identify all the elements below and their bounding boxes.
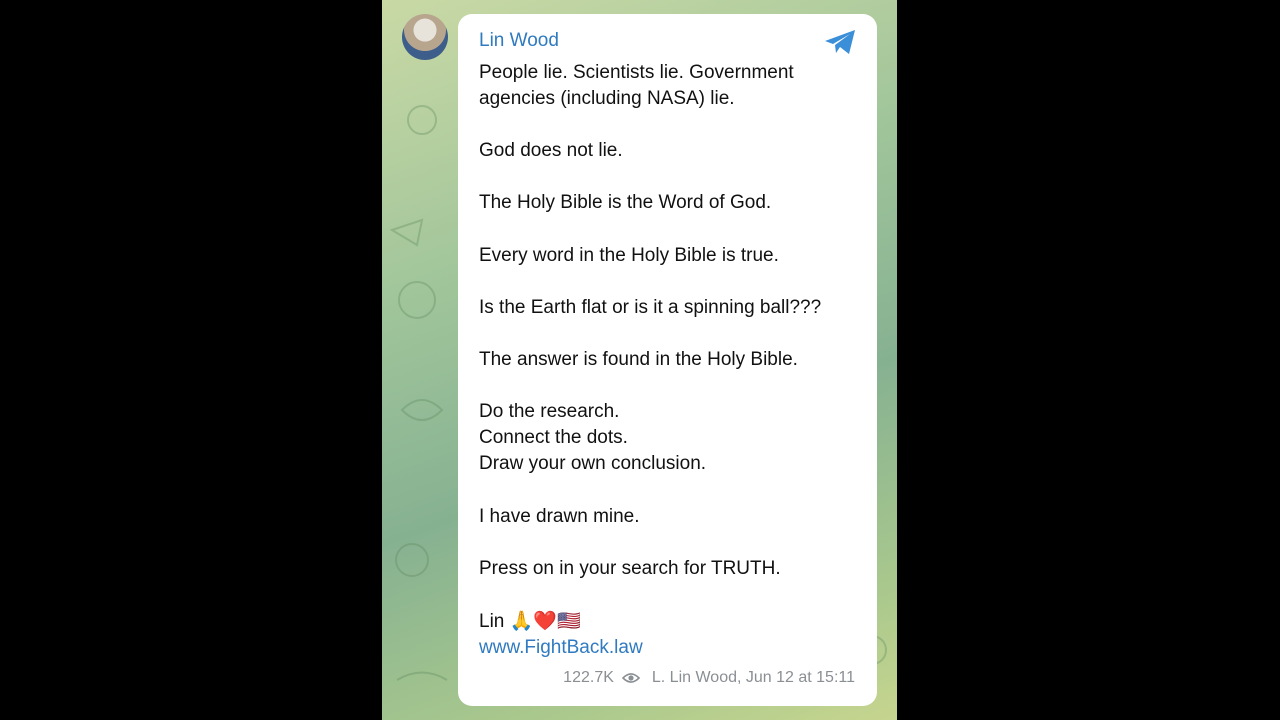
eye-icon (621, 673, 640, 683)
message-bubble: Lin Wood People lie. Scientists lie. Gov… (458, 14, 877, 706)
telegram-send-icon[interactable] (823, 28, 857, 56)
message-meta: 122.7K L. Lin Wood, Jun 12 at 15:11 (563, 669, 855, 687)
signature: Lin 🙏❤️🇺🇸 (479, 611, 581, 632)
forward-source-time: L. Lin Wood, Jun 12 at 15:11 (651, 669, 855, 686)
avatar[interactable] (402, 14, 448, 60)
author-name[interactable]: Lin Wood (479, 30, 559, 52)
website-link[interactable]: www.FightBack.law (479, 635, 643, 661)
message-text: People lie. Scientists lie. Government a… (479, 62, 822, 579)
view-count: 122.7K (563, 669, 614, 686)
